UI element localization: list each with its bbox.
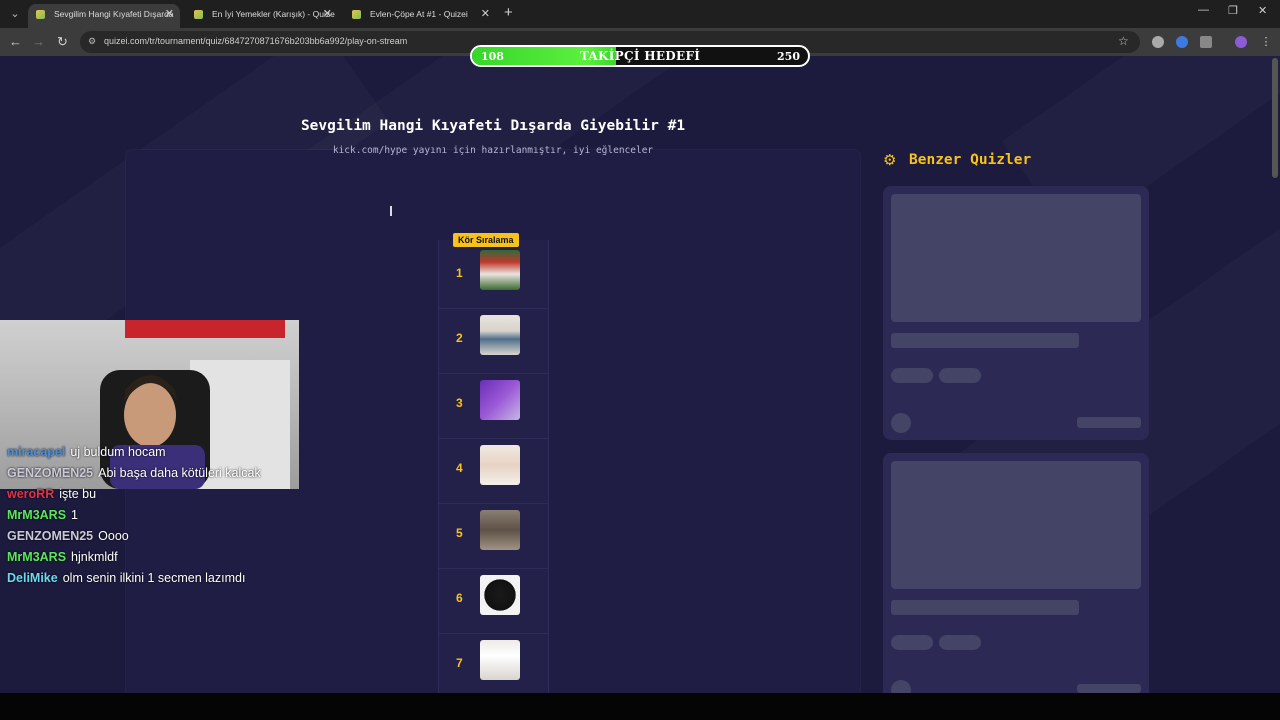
skeleton-tag [939, 635, 981, 650]
outfit-image [480, 575, 520, 615]
site-info-icon[interactable]: ⚙ [88, 36, 96, 47]
chat-message: miracapel uj buldum hocam [7, 445, 166, 459]
rank-number: 1 [456, 266, 463, 280]
page-scrollbar[interactable] [1272, 58, 1278, 178]
rank-slot-4[interactable]: 4 [438, 439, 549, 504]
tab-bar: ⌄ Sevgilim Hangi Kıyafeti Dışarda ✕ En İ… [0, 0, 1280, 28]
chat-text: Abi başa daha kötüleri kalcak [98, 466, 261, 480]
chat-text: işte bu [59, 487, 97, 501]
follower-goal-bar: 108 TAKİPÇİ HEDEFİ 250 [470, 45, 810, 67]
tab-title: Evlen-Çöpe At #1 - Quizei [370, 9, 468, 19]
skeleton-tag [939, 368, 981, 383]
skeleton-avatar [891, 413, 911, 433]
tab-quiz-active[interactable]: Sevgilim Hangi Kıyafeti Dışarda ✕ [28, 4, 180, 28]
rank-number: 3 [456, 396, 463, 410]
rank-number: 2 [456, 331, 463, 345]
favicon-icon [36, 10, 45, 19]
taskbar-edge [0, 693, 1280, 720]
rank-slot-7[interactable]: 7 [438, 634, 549, 699]
chat-text: hjnkmldf [71, 550, 118, 564]
new-tab-button[interactable]: + [504, 4, 513, 22]
goal-target: 250 [777, 50, 800, 63]
close-tab-icon[interactable]: ✕ [323, 4, 332, 24]
rank-number: 4 [456, 461, 463, 475]
chat-message: MrM3ARS 1 [7, 508, 78, 522]
skeleton-title [891, 333, 1079, 348]
quiz-title: Sevgilim Hangi Kıyafeti Dışarda Giyebili… [300, 118, 686, 134]
rank-number: 7 [456, 656, 463, 670]
chat-username: GENZOMEN25 [7, 466, 94, 480]
close-tab-icon[interactable]: ✕ [481, 4, 490, 24]
chat-username: MrM3ARS [7, 550, 67, 564]
rank-number: 6 [456, 591, 463, 605]
skeleton-title [891, 600, 1079, 615]
profile-avatar[interactable] [1235, 36, 1247, 48]
restore-icon[interactable]: ❐ [1228, 4, 1238, 17]
skeleton-tag [891, 635, 933, 650]
tab-search-icon[interactable]: ⌄ [6, 5, 24, 23]
webcam-overlay [0, 320, 299, 489]
favicon-icon [352, 10, 361, 19]
similar-quizzes-icon: ⚙ [883, 152, 897, 169]
tab-title: En İyi Yemekler (Karışık) - Quize [212, 9, 335, 19]
rank-slot-5[interactable]: 5 [438, 504, 549, 569]
close-window-icon[interactable]: ✕ [1258, 4, 1267, 17]
close-tab-icon[interactable]: ✕ [165, 4, 174, 24]
skeleton-image [891, 461, 1141, 589]
tab-title: Sevgilim Hangi Kıyafeti Dışarda [54, 9, 174, 19]
skeleton-image [891, 194, 1141, 322]
url-text: quizei.com/tr/tournament/quiz/6847270871… [104, 36, 408, 46]
chat-username: MrM3ARS [7, 508, 67, 522]
bookmark-star-icon[interactable]: ☆ [1118, 34, 1129, 48]
rank-slot-6[interactable]: 6 [438, 569, 549, 634]
chat-username: weroRR [7, 487, 55, 501]
extension-icon[interactable] [1176, 36, 1188, 48]
outfit-image [480, 315, 520, 355]
chat-text: 1 [71, 508, 78, 522]
extensions-puzzle-icon[interactable] [1200, 36, 1212, 48]
webcam-background-shelf [125, 320, 285, 338]
quiz-subtitle: kick.com/hype yayını için hazırlanmıştır… [332, 145, 654, 156]
chat-message: GENZOMEN25 Oooo [7, 529, 129, 543]
text-cursor-icon [390, 206, 392, 216]
similar-quiz-card[interactable] [883, 453, 1149, 700]
tab-yemekler[interactable]: En İyi Yemekler (Karışık) - Quize ✕ [186, 4, 338, 28]
chat-text: Oooo [98, 529, 129, 543]
skeleton-meta [1077, 684, 1141, 693]
back-icon[interactable]: ← [9, 34, 22, 50]
rank-number: 5 [456, 526, 463, 540]
reload-icon[interactable]: ↻ [57, 34, 68, 50]
rank-slot-3[interactable]: 3 [438, 374, 549, 439]
forward-icon[interactable]: → [32, 34, 45, 50]
favicon-icon [194, 10, 203, 19]
outfit-image [480, 640, 520, 680]
chat-message: MrM3ARS hjnkmldf [7, 550, 118, 564]
similar-quiz-card[interactable] [883, 186, 1149, 440]
chat-text: uj buldum hocam [70, 445, 166, 459]
tab-evlen[interactable]: Evlen-Çöpe At #1 - Quizei ✕ [344, 4, 496, 28]
rank-slot-2[interactable]: 2 [438, 309, 549, 374]
chat-text: olm senin ilkini 1 secmen lazımdı [62, 571, 246, 585]
outfit-image [480, 510, 520, 550]
chat-message: weroRR işte bu [7, 487, 96, 501]
extension-camera-icon[interactable] [1152, 36, 1164, 48]
goal-label: TAKİPÇİ HEDEFİ [579, 49, 701, 63]
minimize-icon[interactable]: — [1198, 4, 1209, 16]
chat-message: GENZOMEN25 Abi başa daha kötüleri kalcak [7, 466, 261, 480]
outfit-image [480, 380, 520, 420]
chat-username: GENZOMEN25 [7, 529, 94, 543]
outfit-image [480, 250, 520, 290]
skeleton-tag [891, 368, 933, 383]
rank-slot-1[interactable]: 1 [438, 244, 549, 309]
menu-kebab-icon[interactable]: ⋮ [1260, 36, 1272, 48]
similar-quizzes-title: Benzer Quizler [909, 152, 1032, 168]
outfit-image [480, 445, 520, 485]
skeleton-meta [1077, 417, 1141, 428]
chat-message: DeliMike olm senin ilkini 1 secmen lazımd… [7, 571, 245, 585]
chat-username: DeliMike [7, 571, 58, 585]
chat-username: miracapel [7, 445, 66, 459]
